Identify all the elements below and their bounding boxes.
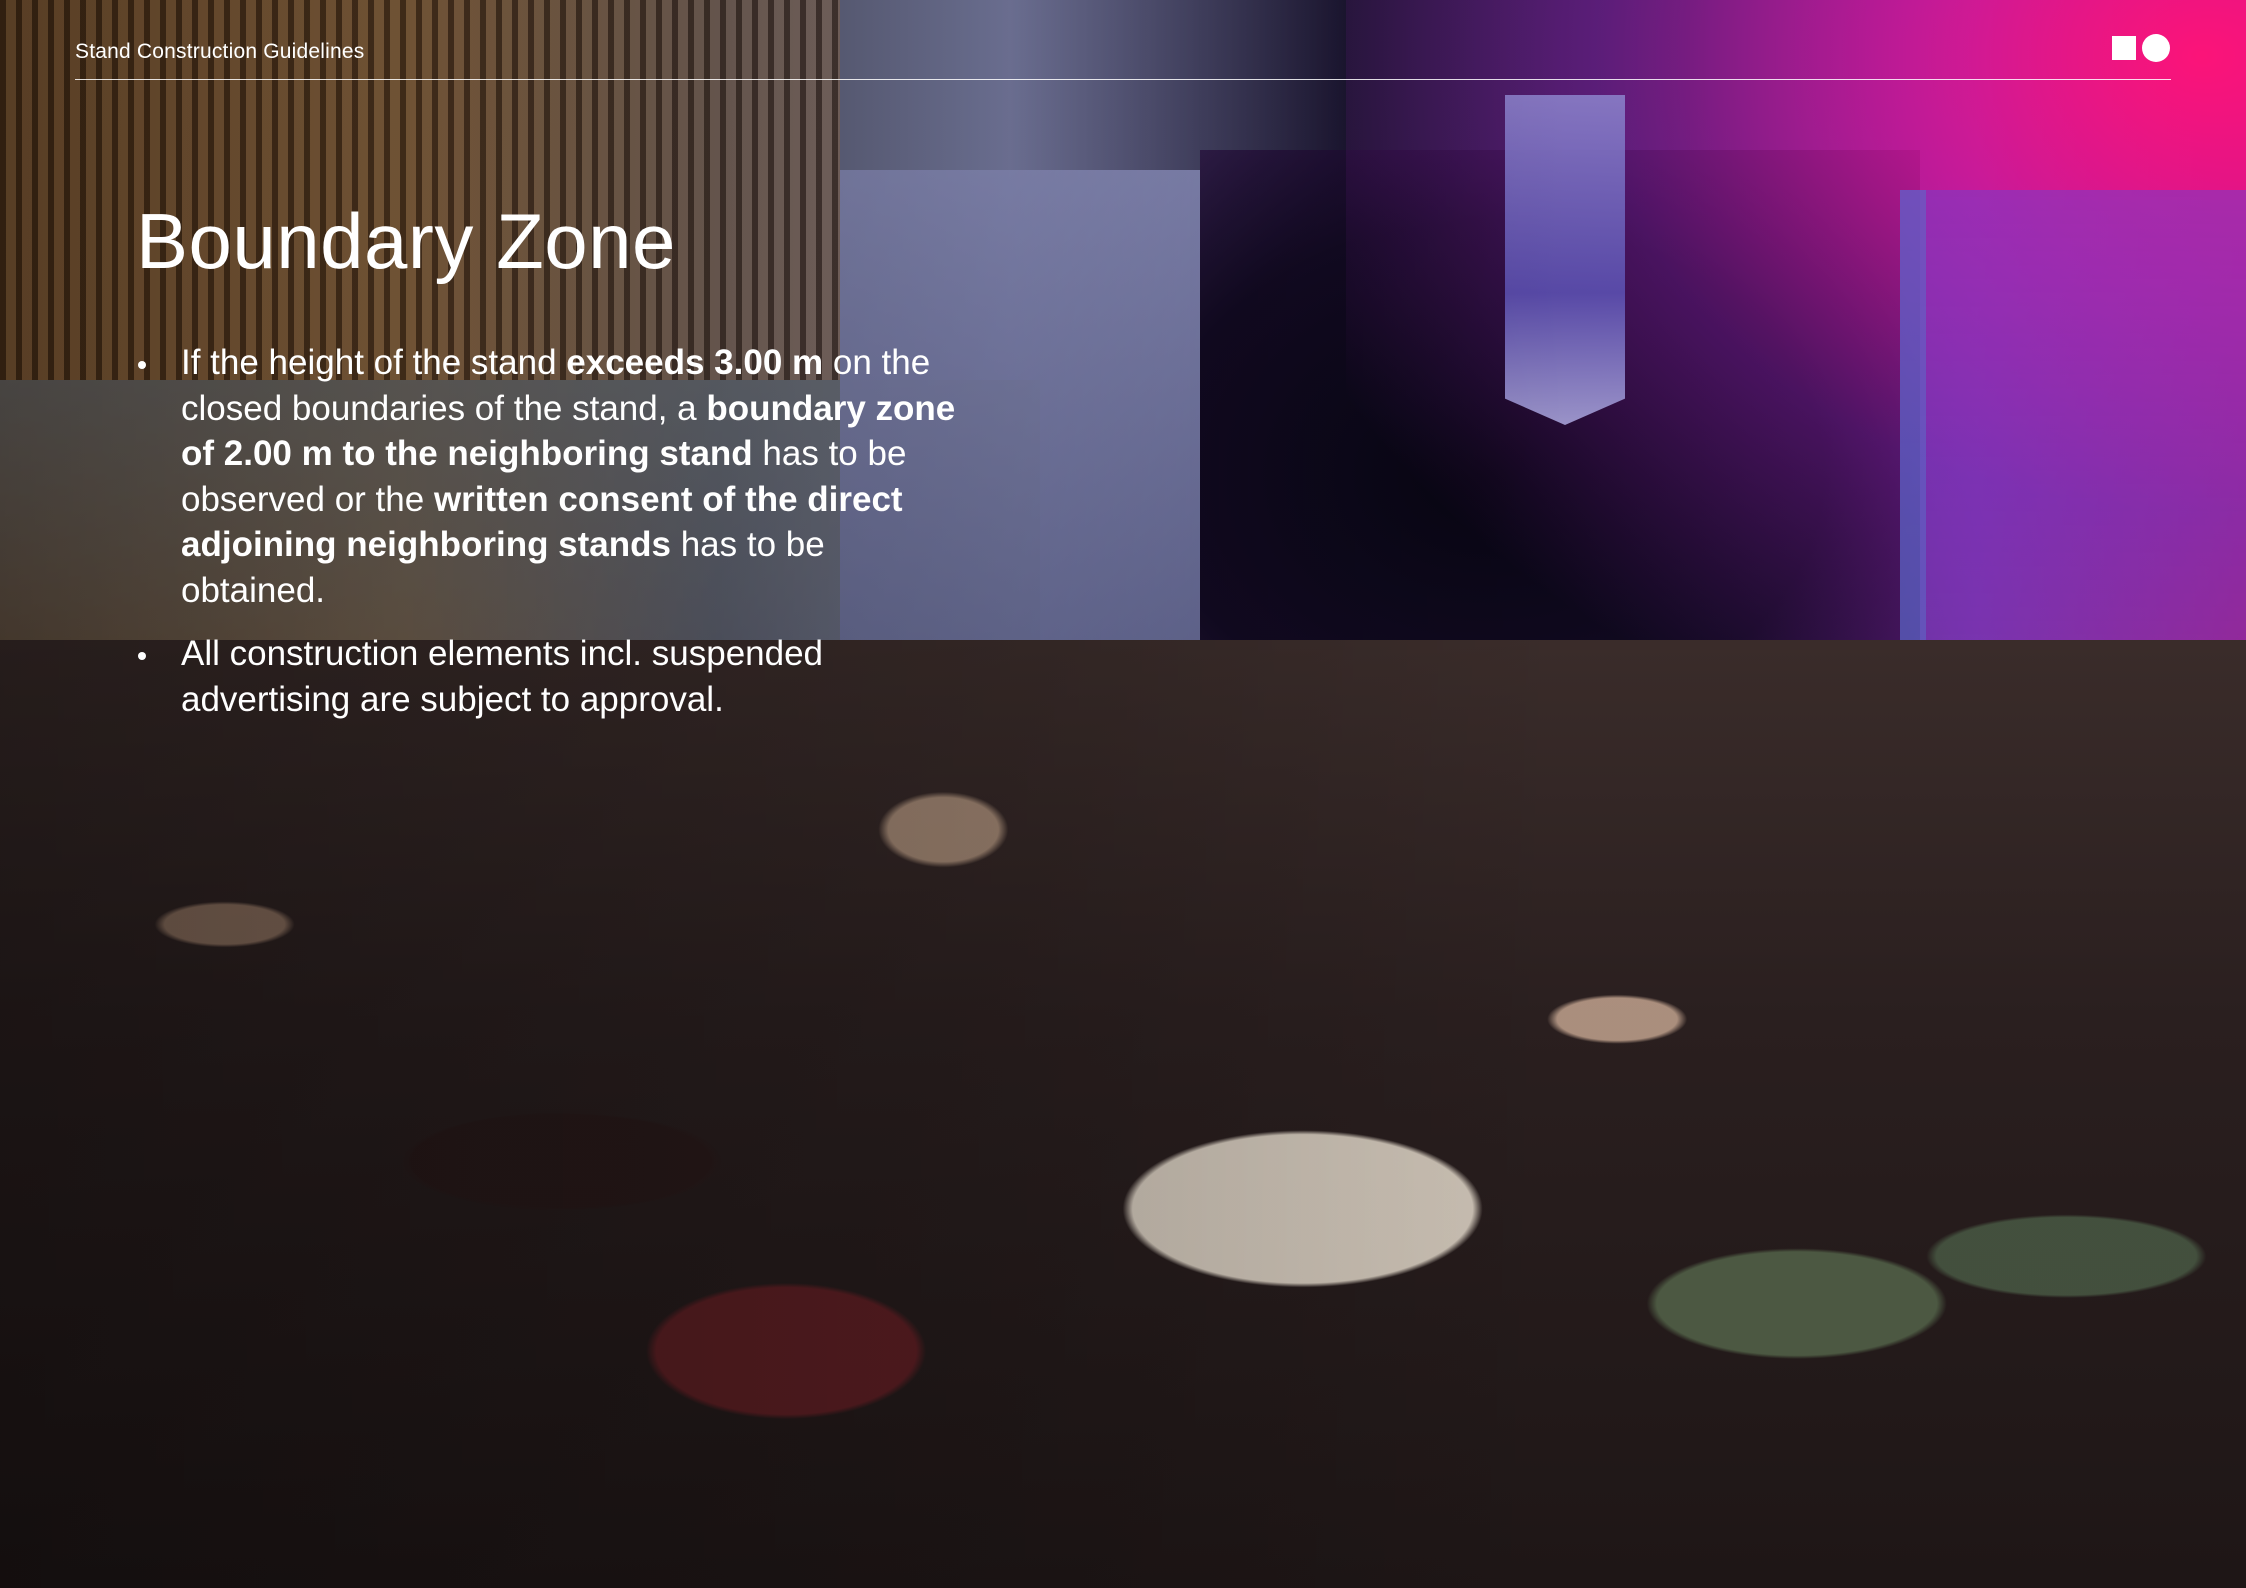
document-header-label: Stand Construction Guidelines	[75, 40, 365, 63]
bullet-list: If the height of the stand exceeds 3.00 …	[138, 340, 960, 740]
bullet-text: All construction elements incl. suspende…	[181, 634, 824, 719]
bullet-text-bold: exceeds 3.00 m	[566, 343, 824, 382]
bullet-text: If the height of the stand	[181, 343, 567, 382]
square-circle-logo-icon	[2112, 34, 2172, 62]
logo-circle	[2142, 34, 2170, 62]
bullet-item: If the height of the stand exceeds 3.00 …	[138, 340, 960, 613]
logo-square	[2112, 36, 2136, 60]
bullet-item: All construction elements incl. suspende…	[138, 631, 960, 722]
header-divider	[75, 79, 2171, 80]
page-title: Boundary Zone	[136, 197, 676, 285]
